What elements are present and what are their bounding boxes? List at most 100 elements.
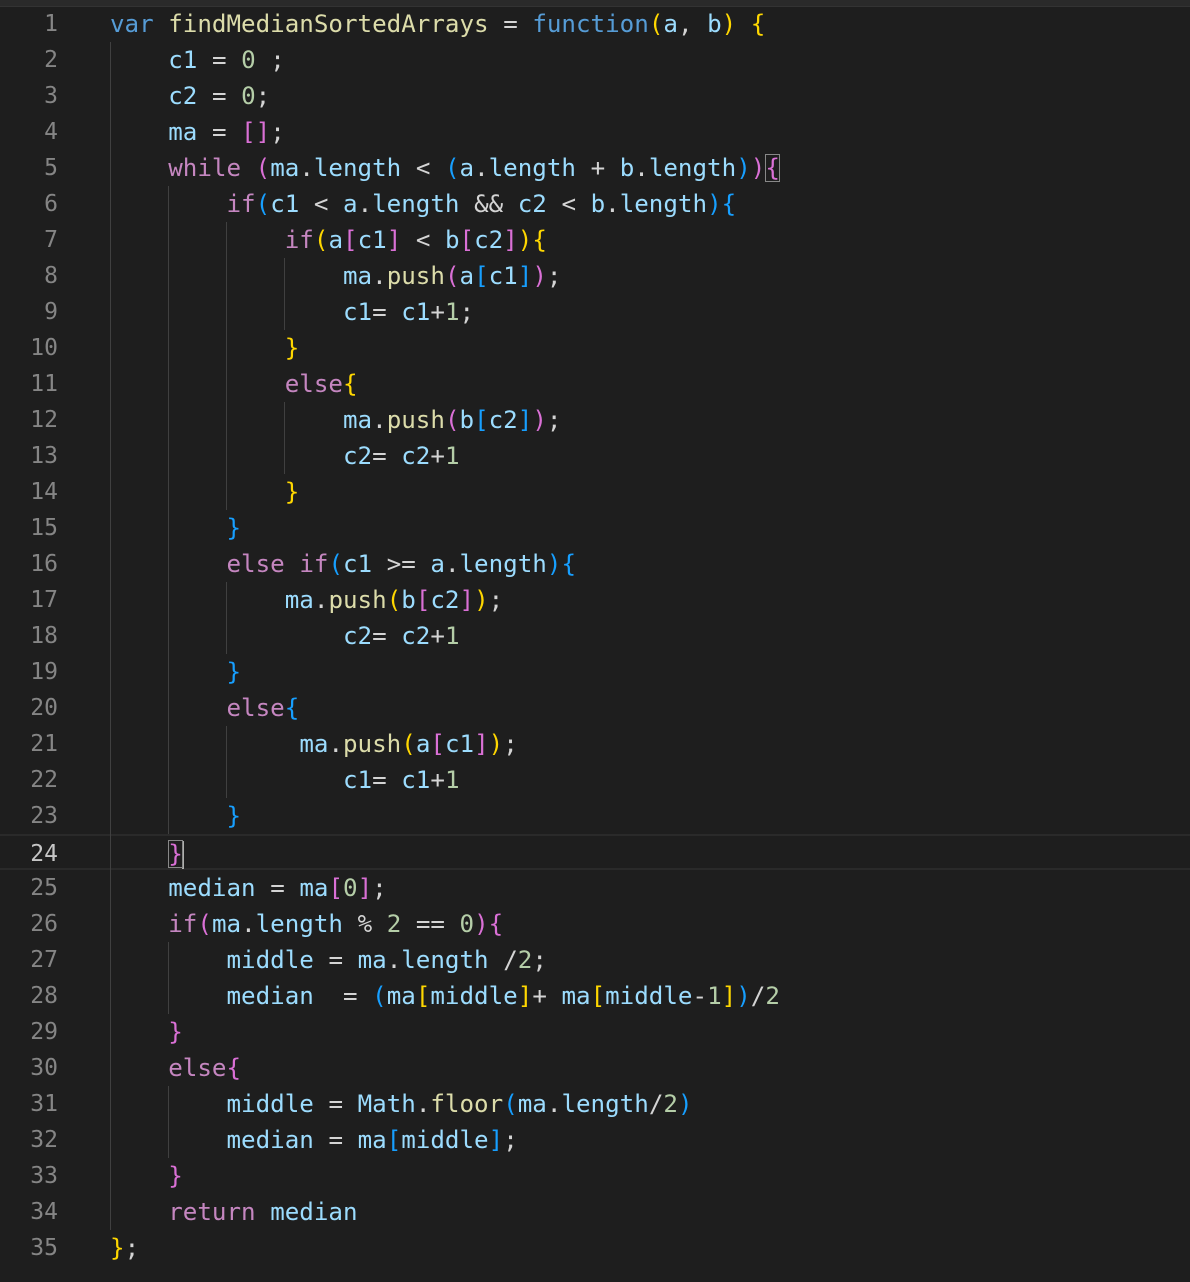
code-text: ma = []; — [168, 118, 285, 146]
code-text: ma.push(b[c2]); — [343, 406, 562, 434]
line-number: 23 — [30, 803, 58, 829]
line-number: 19 — [30, 659, 58, 685]
code-line[interactable]: 29 } — [0, 1014, 1190, 1050]
code-text: ma.push(a[c1]); — [343, 262, 562, 290]
line-number: 25 — [30, 875, 58, 901]
code-text: median = ma[0]; — [168, 874, 387, 902]
code-text: median = ma[middle]; — [226, 1126, 518, 1154]
code-text: c1 = 0 ; — [168, 46, 285, 74]
code-line[interactable]: 7 if(a[c1] < b[c2]){ — [0, 222, 1190, 258]
indent-guide — [226, 582, 227, 654]
line-number: 3 — [44, 83, 58, 109]
line-number: 31 — [30, 1091, 58, 1117]
code-text: c2 = 0; — [168, 82, 271, 110]
code-text: } — [226, 802, 242, 830]
line-number: 13 — [30, 443, 58, 469]
code-text: while (ma.length < (a.length + b.length)… — [168, 154, 780, 182]
line-number: 33 — [30, 1163, 58, 1189]
line-number: 7 — [44, 227, 58, 253]
line-number: 12 — [30, 407, 58, 433]
code-editor[interactable]: 1 var findMedianSortedArrays = function(a… — [0, 6, 1190, 1282]
code-line[interactable]: 31 middle = Math.floor(ma.length/2) — [0, 1086, 1190, 1122]
code-line[interactable]: 9 c1= c1+1; — [0, 294, 1190, 330]
code-text: median = (ma[middle]+ ma[middle-1])/2 — [226, 982, 780, 1010]
code-text: } — [168, 1162, 183, 1190]
line-number: 4 — [44, 119, 58, 145]
indent-guide — [168, 942, 169, 1014]
code-text: } — [284, 478, 300, 506]
code-text: if(a[c1] < b[c2]){ — [284, 226, 547, 254]
code-line[interactable]: 21 ma.push(a[c1]); — [0, 726, 1190, 762]
code-line[interactable]: 30 else{ — [0, 1050, 1190, 1086]
code-line[interactable]: 20 else{ — [0, 690, 1190, 726]
code-text: c1= c1+1 — [343, 766, 460, 794]
line-number: 2 — [44, 47, 58, 73]
code-line[interactable]: 2 c1 = 0 ; — [0, 42, 1190, 78]
code-text: if(c1 < a.length && c2 < b.length){ — [226, 190, 737, 218]
code-line[interactable]: 19 } — [0, 654, 1190, 690]
line-number: 5 — [44, 155, 58, 181]
line-number: 20 — [30, 695, 58, 721]
code-line[interactable]: 6 if(c1 < a.length && c2 < b.length){ — [0, 186, 1190, 222]
code-line[interactable]: 22 c1= c1+1 — [0, 762, 1190, 798]
code-text: c2= c2+1 — [343, 622, 460, 650]
code-line[interactable]: 15 } — [0, 510, 1190, 546]
line-number: 9 — [44, 299, 58, 325]
code-text: if(ma.length % 2 == 0){ — [168, 910, 504, 938]
line-number: 15 — [30, 515, 58, 541]
line-number: 28 — [30, 983, 58, 1009]
code-text: middle = ma.length /2; — [226, 946, 547, 974]
code-text: } — [168, 840, 184, 869]
code-line[interactable]: 18 c2= c2+1 — [0, 618, 1190, 654]
line-number: 24 — [30, 841, 58, 867]
line-number: 16 — [30, 551, 58, 577]
code-line[interactable]: 35}; — [0, 1230, 1190, 1266]
indent-guide — [110, 42, 111, 1230]
code-line[interactable]: 1 var findMedianSortedArrays = function(a… — [0, 6, 1190, 42]
line-number: 10 — [30, 335, 58, 361]
text-cursor — [181, 841, 184, 869]
code-text: c1= c1+1; — [343, 298, 475, 326]
code-line[interactable]: 26 if(ma.length % 2 == 0){ — [0, 906, 1190, 942]
code-text: else{ — [284, 370, 358, 398]
code-line[interactable]: 13 c2= c2+1 — [0, 438, 1190, 474]
indent-guide — [226, 222, 227, 510]
code-text: else{ — [226, 694, 300, 722]
code-line[interactable]: 17 ma.push(b[c2]); — [0, 582, 1190, 618]
code-line[interactable]: 14 } — [0, 474, 1190, 510]
line-number: 8 — [44, 263, 58, 289]
line-number: 26 — [30, 911, 58, 937]
code-line[interactable]: 11 else{ — [0, 366, 1190, 402]
code-line[interactable]: 4 ma = []; — [0, 114, 1190, 150]
code-line[interactable]: 24 } — [0, 834, 1190, 870]
line-number: 30 — [30, 1055, 58, 1081]
code-text: ma.push(a[c1]); — [299, 730, 518, 758]
code-line[interactable]: 33 } — [0, 1158, 1190, 1194]
code-text: } — [284, 334, 300, 362]
line-number: 14 — [30, 479, 58, 505]
code-line[interactable]: 10 } — [0, 330, 1190, 366]
code-line[interactable]: 8 ma.push(a[c1]); — [0, 258, 1190, 294]
code-text: } — [168, 1018, 183, 1046]
code-line[interactable]: 27 middle = ma.length /2; — [0, 942, 1190, 978]
code-line[interactable]: 23 } — [0, 798, 1190, 834]
line-number: 35 — [30, 1235, 58, 1261]
code-line[interactable]: 3 c2 = 0; — [0, 78, 1190, 114]
line-number: 18 — [30, 623, 58, 649]
code-line[interactable]: 12 ma.push(b[c2]); — [0, 402, 1190, 438]
line-number: 17 — [30, 587, 58, 613]
code-line[interactable]: 34 return median — [0, 1194, 1190, 1230]
line-number: 6 — [44, 191, 58, 217]
code-line[interactable]: 28 median = (ma[middle]+ ma[middle-1])/2 — [0, 978, 1190, 1014]
line-number: 22 — [30, 767, 58, 793]
line-number: 1 — [44, 11, 58, 37]
code-text: return median — [168, 1198, 358, 1226]
indent-guide — [168, 186, 169, 834]
line-number: 29 — [30, 1019, 58, 1045]
code-line[interactable]: 32 median = ma[middle]; — [0, 1122, 1190, 1158]
code-line[interactable]: 25 median = ma[0]; — [0, 870, 1190, 906]
code-line[interactable]: 16 else if(c1 >= a.length){ — [0, 546, 1190, 582]
code-line[interactable]: 5 while (ma.length < (a.length + b.lengt… — [0, 150, 1190, 186]
line-number: 34 — [30, 1199, 58, 1225]
indent-guide — [226, 726, 227, 798]
